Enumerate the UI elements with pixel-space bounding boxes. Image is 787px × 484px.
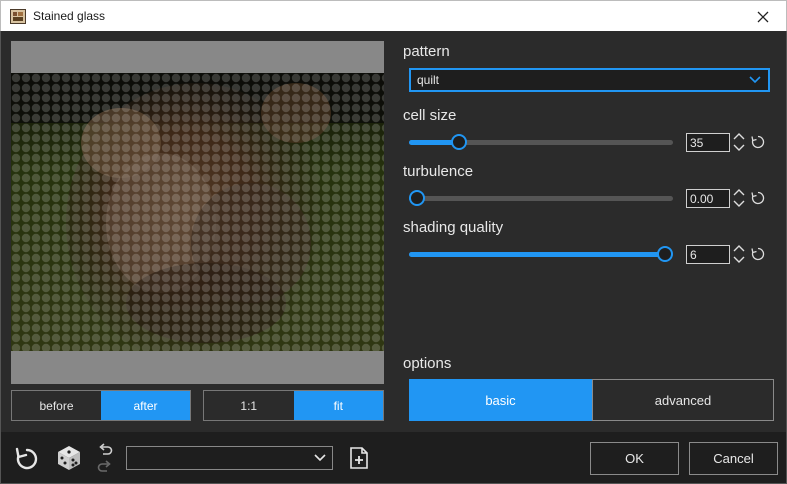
cell-size-input[interactable]: 35 — [686, 133, 730, 152]
cell-size-reset-icon[interactable] — [750, 134, 766, 150]
reset-all-icon[interactable] — [14, 446, 40, 472]
redo-icon[interactable] — [97, 460, 113, 475]
turbulence-spinner-icon[interactable] — [732, 188, 746, 208]
options-label: options — [403, 355, 452, 372]
shading-quality-fill — [409, 252, 665, 257]
turbulence-handle[interactable] — [409, 190, 425, 206]
pattern-value: quilt — [417, 73, 440, 87]
after-button[interactable]: after — [101, 391, 190, 420]
cell-size-spinner-icon[interactable] — [732, 132, 746, 152]
before-after-toggle: before after — [11, 390, 191, 421]
advanced-options-button[interactable]: advanced — [592, 379, 774, 421]
undo-icon[interactable] — [97, 443, 113, 458]
shading-quality-handle[interactable] — [657, 246, 673, 262]
window-title: Stained glass — [33, 9, 106, 23]
turbulence-label: turbulence — [403, 163, 474, 180]
turbulence-track — [409, 196, 673, 201]
title-bar: Stained glass — [0, 0, 787, 31]
shading-quality-slider[interactable] — [409, 246, 673, 262]
shading-quality-input[interactable]: 6 — [686, 245, 730, 264]
close-icon — [757, 11, 769, 22]
shading-quality-label: shading quality — [403, 219, 504, 236]
zoom-1to1-button[interactable]: 1:1 — [204, 391, 294, 420]
pattern-label: pattern — [403, 43, 450, 60]
close-button[interactable] — [740, 1, 786, 32]
chevron-down-icon — [314, 454, 326, 462]
before-button[interactable]: before — [12, 391, 101, 420]
turbulence-slider[interactable] — [409, 190, 673, 206]
shading-quality-spinner-icon[interactable] — [732, 244, 746, 264]
app-icon — [10, 9, 26, 24]
turbulence-reset-icon[interactable] — [750, 190, 766, 206]
preview-frame — [11, 41, 384, 384]
chevron-down-icon — [749, 76, 761, 84]
cell-size-slider[interactable] — [409, 134, 673, 150]
zoom-fit-button[interactable]: fit — [293, 391, 383, 420]
pattern-select[interactable]: quilt — [409, 68, 770, 92]
shading-quality-reset-icon[interactable] — [750, 246, 766, 262]
new-preset-icon[interactable] — [349, 446, 369, 470]
zoom-toggle: 1:1 fit — [203, 390, 384, 421]
ok-button[interactable]: OK — [590, 442, 679, 475]
preview-image[interactable] — [11, 73, 384, 351]
cell-size-label: cell size — [403, 107, 457, 124]
dice-icon[interactable] — [55, 444, 83, 472]
basic-options-button[interactable]: basic — [409, 379, 592, 421]
turbulence-input[interactable]: 0.00 — [686, 189, 730, 208]
cancel-button[interactable]: Cancel — [689, 442, 778, 475]
main-panel: before after 1:1 fit pattern quilt cell … — [0, 31, 787, 432]
footer: OK Cancel — [0, 432, 787, 484]
preset-select[interactable] — [126, 446, 333, 470]
cell-size-handle[interactable] — [451, 134, 468, 150]
